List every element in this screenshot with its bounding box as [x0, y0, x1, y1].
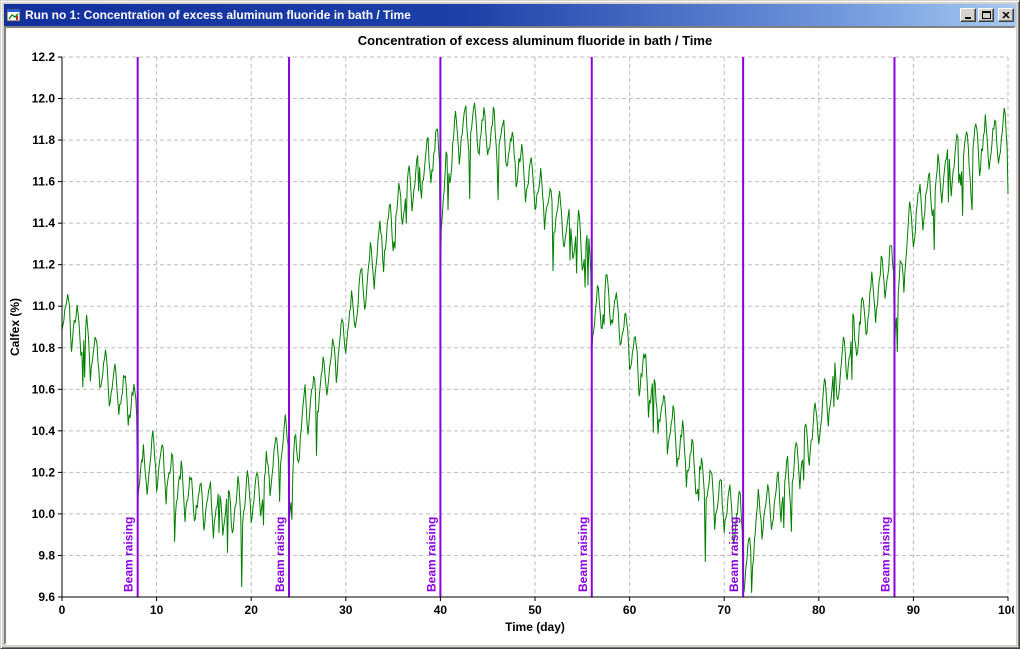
x-tick-label: 40 — [434, 603, 448, 617]
event-label-beam-raising: Beam raising — [122, 517, 136, 592]
event-label-beam-raising: Beam raising — [576, 517, 590, 592]
x-tick-label: 50 — [528, 603, 542, 617]
y-tick-label: 11.4 — [32, 216, 55, 230]
chart-title: Concentration of excess aluminum fluorid… — [358, 33, 712, 48]
y-tick-label: 10.6 — [32, 382, 56, 396]
y-tick-label: 11.6 — [32, 175, 55, 189]
close-button[interactable] — [998, 8, 1014, 22]
x-tick-label: 30 — [339, 603, 353, 617]
title-bar[interactable]: Run no 1: Concentration of excess alumin… — [4, 4, 1016, 26]
window-title: Run no 1: Concentration of excess alumin… — [25, 4, 957, 26]
y-tick-label: 9.6 — [38, 590, 55, 604]
x-tick-label: 100 — [998, 603, 1014, 617]
minimize-button[interactable] — [960, 8, 976, 22]
window-controls — [960, 8, 1014, 22]
x-tick-label: 60 — [623, 603, 637, 617]
maximize-button[interactable] — [978, 8, 994, 22]
y-tick-label: 10.0 — [32, 507, 56, 521]
close-icon — [1002, 12, 1010, 19]
y-tick-label: 10.4 — [32, 424, 56, 438]
event-label-beam-raising: Beam raising — [727, 517, 741, 592]
y-tick-label: 10.2 — [32, 465, 56, 479]
x-tick-label: 80 — [812, 603, 826, 617]
y-tick-label: 10.8 — [32, 341, 56, 355]
y-tick-label: 12.0 — [32, 92, 56, 106]
x-tick-label: 90 — [907, 603, 921, 617]
y-tick-label: 11.0 — [32, 299, 55, 313]
maximize-icon — [982, 11, 991, 19]
minimize-icon — [964, 12, 972, 19]
event-label-beam-raising: Beam raising — [878, 517, 892, 592]
y-tick-label: 11.8 — [32, 133, 55, 147]
x-axis-label: Time (day) — [505, 620, 565, 634]
x-tick-label: 20 — [245, 603, 259, 617]
app-window: Run no 1: Concentration of excess alumin… — [0, 0, 1020, 649]
event-label-beam-raising: Beam raising — [273, 517, 287, 592]
chart-client-area: Beam raising Beam raising Beam raising Beam… — [4, 26, 1016, 645]
y-tick-label: 12.2 — [32, 50, 56, 64]
x-tick-label: 0 — [59, 603, 66, 617]
y-tick-label: 9.8 — [38, 548, 55, 562]
chart: Beam raising Beam raising Beam raising Beam… — [6, 28, 1014, 643]
y-tick-label: 11.2 — [32, 258, 55, 272]
event-label-beam-raising: Beam raising — [424, 517, 438, 592]
x-tick-label: 10 — [150, 603, 164, 617]
chart-window-icon[interactable] — [6, 7, 22, 23]
y-axis-label: Calfex (%) — [8, 298, 22, 356]
x-tick-label: 70 — [718, 603, 732, 617]
